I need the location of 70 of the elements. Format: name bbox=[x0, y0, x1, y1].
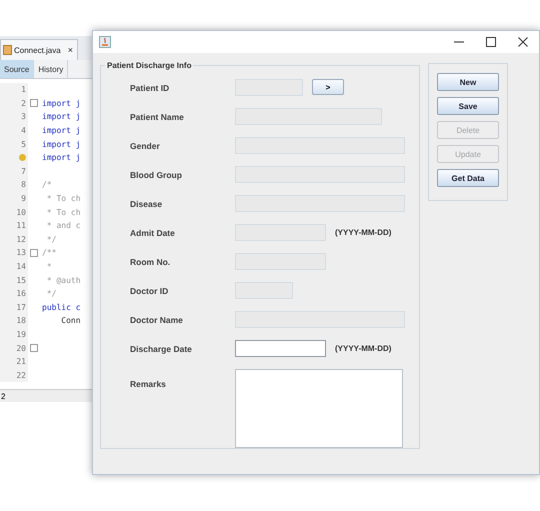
text-area[interactable] bbox=[235, 369, 403, 448]
close-icon[interactable]: × bbox=[68, 45, 73, 55]
minimize-button[interactable] bbox=[454, 41, 464, 43]
file-icon bbox=[3, 45, 12, 55]
status-text: 2 bbox=[1, 392, 6, 400]
line-number: 12 bbox=[16, 234, 26, 244]
file-tab-label: Connect.java bbox=[14, 46, 61, 54]
line-number: 15 bbox=[16, 276, 26, 285]
fold-icon[interactable] bbox=[30, 248, 38, 257]
line-number: 7 bbox=[21, 166, 26, 176]
code-line: Conn bbox=[60, 316, 81, 326]
code-line: /** bbox=[41, 248, 56, 258]
line-number: 2 bbox=[21, 98, 26, 108]
field-label: Blood Group bbox=[130, 169, 183, 182]
code-line: * To ch bbox=[46, 208, 81, 217]
line-number: 3 bbox=[21, 112, 26, 122]
line-number: 11 bbox=[16, 221, 26, 230]
line-number: 4 bbox=[21, 126, 26, 136]
code-line: import j bbox=[41, 153, 81, 162]
fold-icon[interactable] bbox=[30, 99, 38, 108]
input-field[interactable] bbox=[235, 340, 326, 357]
line-number: 21 bbox=[16, 357, 26, 366]
line-number: 1 bbox=[21, 85, 26, 94]
field-label: Patient Name bbox=[130, 111, 185, 124]
action-button[interactable]: Get Data bbox=[437, 169, 499, 187]
group-title: Patient Discharge Info bbox=[106, 61, 192, 70]
line-number: 8 bbox=[21, 180, 26, 190]
line-number: 5 bbox=[21, 140, 26, 149]
format-hint: (YYYY-MM-DD) bbox=[335, 227, 392, 239]
line-number: 22 bbox=[16, 370, 26, 380]
line-number: 16 bbox=[16, 289, 26, 298]
code-line: import j bbox=[41, 98, 81, 108]
action-button[interactable]: New bbox=[437, 73, 499, 91]
line-number: 9 bbox=[21, 194, 26, 204]
code-line: * bbox=[46, 262, 52, 272]
field-label: Disease bbox=[130, 198, 164, 211]
line-number: 18 bbox=[16, 316, 26, 326]
code-line: */ bbox=[46, 289, 56, 298]
field-label: Admit Date bbox=[130, 227, 176, 240]
code-line: import j bbox=[41, 140, 81, 149]
code-line: /* bbox=[41, 180, 52, 190]
code-line: * @auth bbox=[46, 276, 81, 285]
field-label: Doctor Name bbox=[130, 314, 184, 327]
field-label: Gender bbox=[130, 140, 161, 153]
line-number: 13 bbox=[16, 248, 26, 258]
line-number: 17 bbox=[16, 302, 26, 312]
line-number: 10 bbox=[16, 208, 26, 217]
field-label: Remarks bbox=[130, 378, 167, 390]
field-label: Patient ID bbox=[130, 82, 170, 95]
field-label: Room No. bbox=[130, 256, 172, 269]
maximize-button[interactable] bbox=[486, 37, 496, 47]
file-tab[interactable]: Connect.java × bbox=[0, 39, 78, 60]
code-line: */ bbox=[46, 234, 56, 244]
code-line: public c bbox=[41, 302, 81, 312]
close-button[interactable] bbox=[518, 37, 528, 47]
line-number: 20 bbox=[16, 344, 26, 353]
code-line: * and c bbox=[46, 221, 81, 230]
code-line: import j bbox=[41, 126, 81, 136]
view-tab[interactable]: Source bbox=[0, 60, 34, 78]
field-label: Discharge Date bbox=[130, 343, 193, 356]
line-number: 19 bbox=[16, 330, 26, 339]
view-tab[interactable]: History bbox=[34, 60, 68, 78]
action-button[interactable]: Save bbox=[437, 97, 499, 115]
code-line: * To ch bbox=[46, 194, 81, 204]
code-line: import j bbox=[41, 112, 81, 122]
fold-icon[interactable] bbox=[30, 344, 38, 352]
format-hint: (YYYY-MM-DD) bbox=[335, 343, 392, 355]
line-number: 14 bbox=[16, 262, 26, 272]
field-label: Doctor ID bbox=[130, 285, 170, 298]
app-icon bbox=[99, 36, 111, 48]
